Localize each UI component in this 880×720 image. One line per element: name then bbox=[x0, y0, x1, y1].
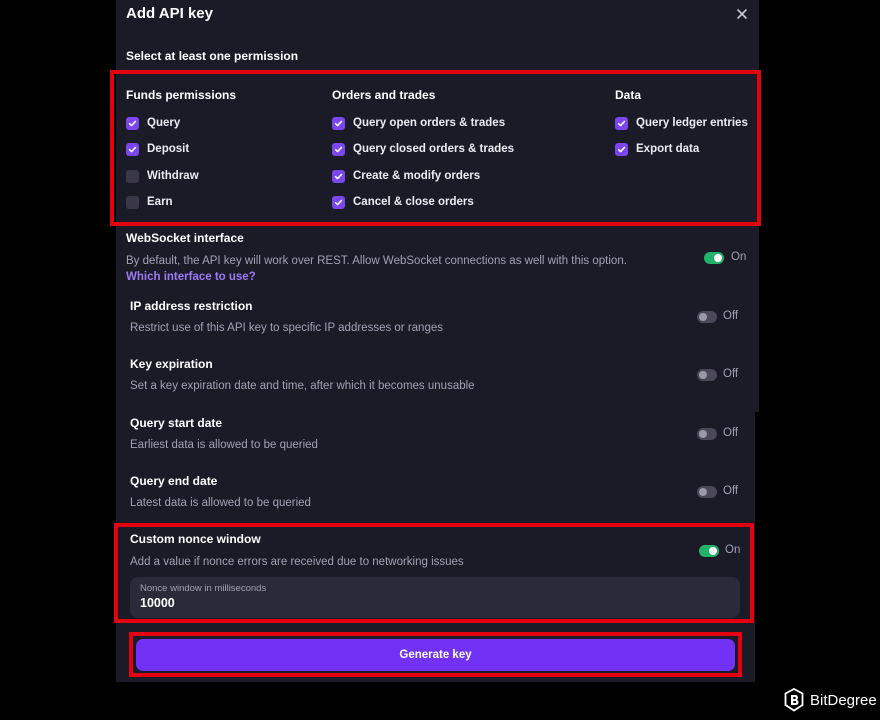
perm-query[interactable]: Query bbox=[126, 115, 180, 131]
ip-restriction-toggle-label: Off bbox=[723, 310, 739, 322]
orders-trades-title: Orders and trades bbox=[332, 88, 436, 102]
nonce-window-input[interactable]: Nonce window in milliseconds 10000 bbox=[130, 577, 740, 618]
perm-label: Earn bbox=[147, 196, 173, 208]
check-icon bbox=[332, 116, 345, 130]
checkbox-empty bbox=[126, 195, 139, 209]
websocket-toggle-label: On bbox=[731, 251, 747, 263]
perm-deposit[interactable]: Deposit bbox=[126, 141, 189, 157]
toggle-knob bbox=[699, 430, 707, 438]
key-expiration-desc: Set a key expiration date and time, afte… bbox=[130, 380, 475, 392]
dialog-title: Add API key bbox=[126, 5, 213, 22]
perm-label: Query closed orders & trades bbox=[353, 143, 515, 155]
watermark-text: BitDegree bbox=[810, 691, 877, 709]
websocket-title: WebSocket interface bbox=[126, 231, 244, 245]
nonce-window-toggle-label: On bbox=[725, 544, 741, 556]
ip-restriction-title: IP address restriction bbox=[130, 299, 253, 313]
perm-export-data[interactable]: Export data bbox=[615, 141, 699, 157]
websocket-desc: By default, the API key will work over R… bbox=[126, 255, 627, 267]
perm-label: Query open orders & trades bbox=[353, 117, 506, 129]
perm-label: Query ledger entries bbox=[636, 117, 748, 129]
query-start-title: Query start date bbox=[130, 416, 223, 430]
check-icon bbox=[126, 116, 139, 130]
key-expiration-title: Key expiration bbox=[130, 357, 213, 371]
toggle-knob bbox=[699, 313, 707, 321]
checkbox-empty bbox=[126, 169, 139, 183]
perm-query-ledger[interactable]: Query ledger entries bbox=[615, 115, 748, 131]
perm-label: Create & modify orders bbox=[353, 170, 481, 182]
funds-permissions-title: Funds permissions bbox=[126, 88, 237, 102]
websocket-toggle[interactable] bbox=[704, 252, 724, 264]
check-icon bbox=[126, 142, 139, 156]
perm-cancel-close-orders[interactable]: Cancel & close orders bbox=[332, 194, 474, 210]
perm-label: Query bbox=[147, 117, 181, 129]
check-icon bbox=[615, 142, 628, 156]
which-interface-link[interactable]: Which interface to use? bbox=[126, 271, 256, 283]
key-expiration-toggle-label: Off bbox=[723, 368, 739, 380]
bitdegree-watermark: BitDegree bbox=[784, 688, 877, 712]
check-icon bbox=[332, 142, 345, 156]
ip-restriction-desc: Restrict use of this API key to specific… bbox=[130, 322, 443, 334]
perm-earn[interactable]: Earn bbox=[126, 194, 173, 210]
query-start-toggle[interactable] bbox=[697, 428, 717, 440]
query-start-desc: Earliest data is allowed to be queried bbox=[130, 439, 318, 451]
nonce-window-value: 10000 bbox=[140, 596, 175, 610]
perm-withdraw[interactable]: Withdraw bbox=[126, 168, 199, 184]
close-icon[interactable] bbox=[733, 5, 751, 23]
query-start-toggle-label: Off bbox=[723, 427, 739, 439]
perm-label: Cancel & close orders bbox=[353, 196, 474, 208]
toggle-knob bbox=[714, 254, 722, 262]
generate-key-button[interactable]: Generate key bbox=[136, 639, 735, 671]
nonce-window-field-label: Nonce window in milliseconds bbox=[140, 583, 267, 594]
key-expiration-toggle[interactable] bbox=[697, 369, 717, 381]
nonce-window-title: Custom nonce window bbox=[130, 532, 261, 546]
perm-create-modify-orders[interactable]: Create & modify orders bbox=[332, 168, 480, 184]
query-end-toggle[interactable] bbox=[697, 486, 717, 498]
query-end-desc: Latest data is allowed to be queried bbox=[130, 497, 311, 509]
check-icon bbox=[332, 169, 345, 183]
perm-label: Withdraw bbox=[147, 170, 199, 182]
permissions-heading: Select at least one permission bbox=[126, 49, 299, 63]
perm-query-open-orders[interactable]: Query open orders & trades bbox=[332, 115, 505, 131]
perm-query-closed-orders[interactable]: Query closed orders & trades bbox=[332, 141, 514, 157]
ip-restriction-toggle[interactable] bbox=[697, 311, 717, 323]
data-permissions-title: Data bbox=[615, 88, 642, 102]
perm-label: Export data bbox=[636, 143, 700, 155]
perm-label: Deposit bbox=[147, 143, 190, 155]
query-end-toggle-label: Off bbox=[723, 485, 739, 497]
query-end-title: Query end date bbox=[130, 474, 218, 488]
toggle-knob bbox=[709, 547, 717, 555]
bitdegree-logo-icon bbox=[784, 688, 804, 712]
nonce-window-desc: Add a value if nonce errors are received… bbox=[130, 556, 464, 568]
nonce-window-toggle[interactable] bbox=[699, 545, 719, 557]
check-icon bbox=[615, 116, 628, 130]
toggle-knob bbox=[699, 488, 707, 496]
toggle-knob bbox=[699, 371, 707, 379]
check-icon bbox=[332, 195, 345, 209]
